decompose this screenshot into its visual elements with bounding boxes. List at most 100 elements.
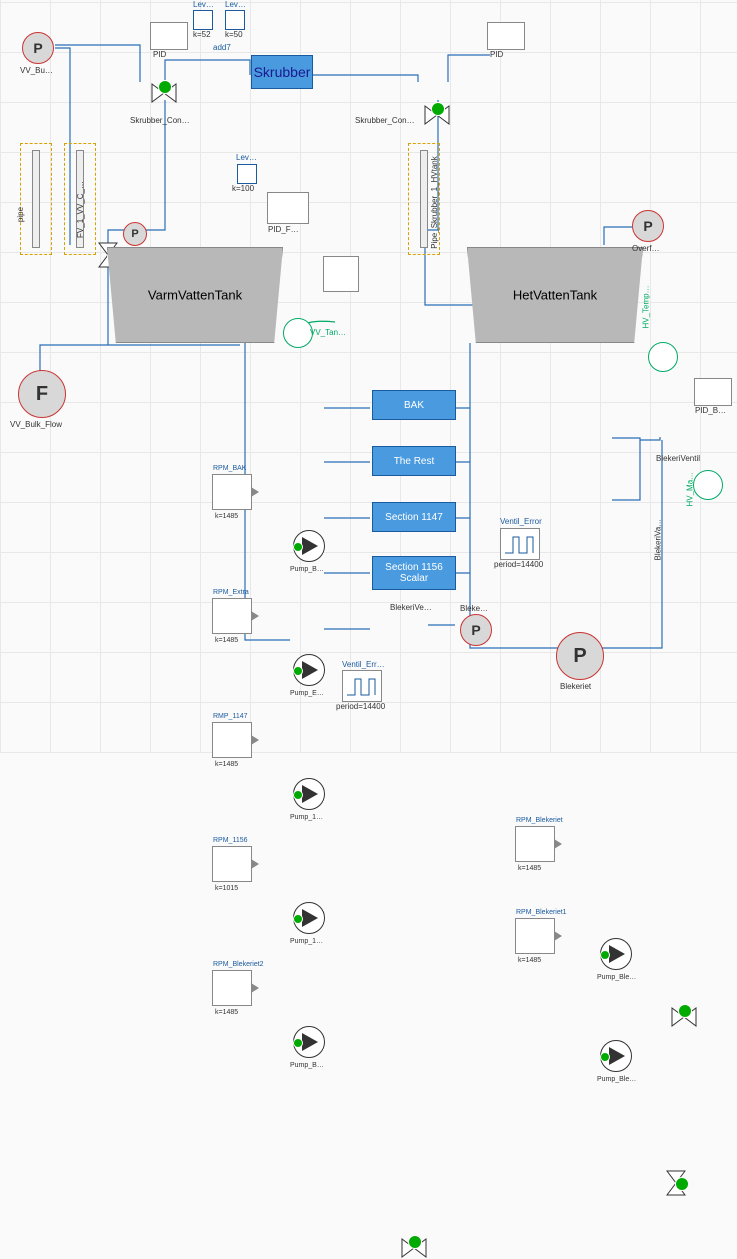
lev1-title: Lev…: [193, 0, 214, 9]
valve-indicator-icon: [678, 1004, 692, 1018]
ventil-err-title: Ventil_Err…: [342, 660, 385, 669]
valve-indicator-icon: [431, 102, 445, 116]
blekeri-ve-lbl: BlekeriVe…: [390, 603, 432, 612]
rmp-1147-k: k=1485: [215, 761, 238, 768]
pump-e[interactable]: Pump_E…: [293, 654, 325, 686]
const-rpm-blekeriet[interactable]: RPM_Blekeriet k=1485: [515, 826, 555, 862]
port-blekeri-ve[interactable]: P Bleke…: [460, 614, 492, 646]
pump-ble-lbl: Pump_Ble…: [597, 974, 636, 981]
subsystem-1156[interactable]: Section 1156 Scalar: [372, 556, 456, 590]
pid-b-lbl: PID_B…: [695, 406, 726, 415]
varm-vatten-tank[interactable]: VarmVattenTank: [107, 247, 283, 343]
pump-b1-lbl: Pump_B…: [290, 566, 324, 573]
const-rpm-1156[interactable]: RPM_1156 k=1015: [212, 846, 252, 882]
valve-indicator-icon: [158, 80, 172, 94]
rpm-blekeriet-k: k=1485: [518, 865, 541, 872]
valve-indicator-icon: [408, 1235, 422, 1249]
port-vv-bulk-flow[interactable]: F VV_Bulk_Flow: [18, 370, 66, 418]
sensor-hv-ma-lbl: HV_Ma…: [686, 472, 695, 507]
pipe-mid-label: FV_1_VV_C_…: [76, 181, 85, 238]
lev1-k: k=52: [193, 30, 211, 39]
pid-right-lbl: PID: [490, 50, 503, 59]
const-rpm-bak[interactable]: RPM_BAK k=1485: [212, 474, 252, 510]
rpm-extra-k: k=1485: [215, 637, 238, 644]
ventil-error-period: period=14400: [494, 560, 543, 569]
lev2-title: Lev…: [225, 0, 246, 9]
ventil-error-title: Ventil_Error: [500, 517, 542, 526]
skrubber-label: Skrubber: [254, 64, 311, 80]
pump-b2-lbl: Pump_B…: [290, 1062, 324, 1069]
pid-left[interactable]: [150, 22, 188, 50]
valve-skrubber-right[interactable]: [423, 104, 451, 126]
pipe-left-label: pipe: [16, 207, 25, 222]
sensor-hv-temp[interactable]: [648, 342, 678, 372]
rpm-bak-k: k=1485: [215, 513, 238, 520]
port-p-small[interactable]: P: [123, 222, 147, 246]
port-letter: P: [460, 614, 492, 646]
rpm-1156-title: RPM_1156: [213, 837, 248, 844]
skrubber-con-r: Skrubber_Con…: [355, 116, 415, 125]
port-letter: P: [22, 32, 54, 64]
port-label: VV_Bu…: [20, 66, 53, 75]
blekeri-va-lbl: BlekeriVa…: [654, 519, 663, 561]
valve-blekeri-va[interactable]: [665, 1169, 687, 1197]
pipe-right-label: Pipe_Skrubber_1_HVtank: [430, 156, 439, 249]
s1156-label-b: Scalar: [400, 573, 428, 584]
pump-e-lbl: Pump_E…: [290, 690, 324, 697]
pid-mid[interactable]: [267, 192, 309, 224]
const-rpm-blekeriet1[interactable]: RPM_Blekeriet1 k=1485: [515, 918, 555, 954]
port-letter: P: [632, 210, 664, 242]
blekeri-ventil-lbl: BlekeriVentil: [656, 454, 700, 463]
port-label: VV_Bulk_Flow: [10, 420, 62, 429]
pulse-ventil-error[interactable]: [500, 528, 540, 560]
port-label: Overf…: [632, 244, 660, 253]
rpm-bak-title: RPM_BAK: [213, 465, 246, 472]
sensor-hv-temp-lbl: HV_Temp…: [642, 285, 651, 328]
pump-b2[interactable]: Pump_B…: [293, 1026, 325, 1058]
add7-label: add7: [213, 43, 231, 52]
sensor-hv-ma[interactable]: [693, 470, 723, 500]
gain-lev3[interactable]: [237, 164, 257, 184]
const-rpm-extra[interactable]: RPM_Extra k=1485: [212, 598, 252, 634]
gain-lev2[interactable]: [225, 10, 245, 30]
valve-blekeri-ventil[interactable]: [670, 1006, 698, 1028]
port-vv-bulk[interactable]: P VV_Bu…: [22, 32, 54, 64]
pid-right[interactable]: [487, 22, 525, 50]
pulse-ventil-err[interactable]: [342, 670, 382, 702]
port-blekeriet[interactable]: P Blekeriet: [556, 632, 604, 680]
gain-lev1[interactable]: [193, 10, 213, 30]
diagram-canvas[interactable]: P VV_Bu… Lev… k=52 Lev… k=50 add7 PID PI…: [0, 0, 737, 753]
rpm-blekeriet2-k: k=1485: [215, 1009, 238, 1016]
pipe-left[interactable]: [20, 143, 52, 255]
pump-ble[interactable]: Pump_Ble…: [600, 938, 632, 970]
pid-left-lbl: PID: [153, 50, 166, 59]
het-vatten-tank[interactable]: HetVattenTank: [467, 247, 643, 343]
subsystem-bak[interactable]: BAK: [372, 390, 456, 420]
port-overf[interactable]: P Overf…: [632, 210, 664, 242]
subsystem-rest[interactable]: The Rest: [372, 446, 456, 476]
port-letter: P: [123, 222, 147, 246]
pid-b[interactable]: [694, 378, 732, 406]
pump-b1[interactable]: Pump_B…: [293, 530, 325, 562]
pump-ble2-lbl: Pump_Ble…: [597, 1076, 636, 1083]
valve-skrubber-left[interactable]: [150, 82, 178, 104]
port-label: Bleke…: [460, 604, 488, 613]
pump-ble2[interactable]: Pump_Ble…: [600, 1040, 632, 1072]
sensor-vv-tan[interactable]: [283, 318, 313, 348]
lev3-k: k=100: [232, 184, 254, 193]
rpm-1156-k: k=1015: [215, 885, 238, 892]
lev3-title: Lev…: [236, 153, 257, 162]
rpm-blekeriet1-k: k=1485: [518, 957, 541, 964]
skrubber-block[interactable]: Skrubber: [251, 55, 313, 89]
const-blank[interactable]: [323, 256, 359, 292]
valve-blekeri-ve[interactable]: [400, 1237, 428, 1259]
rpm-blekeriet2-title: RPM_Blekeriet2: [213, 961, 264, 968]
port-letter: F: [18, 370, 66, 418]
pump-1147[interactable]: Pump_1…: [293, 778, 325, 810]
tank-label: HetVattenTank: [513, 288, 597, 303]
valve-indicator-icon: [675, 1177, 689, 1191]
s1156-label-a: Section 1156: [385, 562, 443, 573]
pump-1156[interactable]: Pump_1…: [293, 902, 325, 934]
subsystem-1147[interactable]: Section 1147: [372, 502, 456, 532]
const-rpm-blekeriet2[interactable]: RPM_Blekeriet2 k=1485: [212, 970, 252, 1006]
